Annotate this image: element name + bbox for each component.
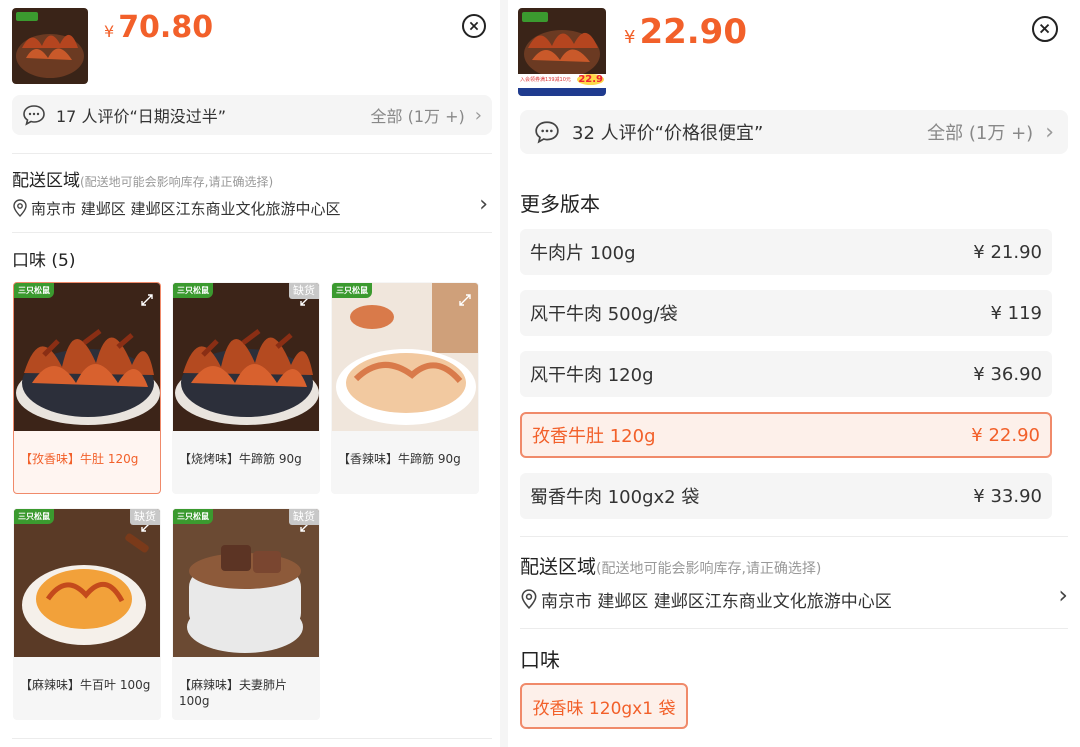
flavor-card[interactable]: 三只松鼠 缺货【麻辣味】夫妻肺片 100g	[172, 508, 320, 720]
review-text: 32 人评价“价格很便宜”	[572, 123, 764, 144]
chat-bubble-icon	[534, 120, 560, 144]
expand-icon[interactable]	[140, 293, 154, 307]
divider	[520, 536, 1068, 537]
flavor-label: 【麻辣味】牛百叶 100g	[20, 678, 151, 692]
close-button[interactable]	[1032, 16, 1058, 42]
product-price: ¥70.80	[104, 10, 213, 45]
version-price: ¥ 21.90	[973, 241, 1042, 263]
delivery-title-text: 配送区域	[12, 171, 80, 191]
version-name: 风干牛肉 120g	[530, 365, 654, 386]
version-name: 风干牛肉 500g/袋	[530, 304, 678, 325]
divider	[12, 232, 492, 233]
delivery-address-row[interactable]: 南京市 建邺区 建邺区江东商业文化旅游中心区 ›	[12, 192, 488, 220]
flavor-chip-selected[interactable]: 孜香味 120gx1 袋	[520, 683, 688, 729]
flavor-card[interactable]: 三只松鼠 缺货【烧烤味】牛蹄筋 90g	[172, 282, 320, 494]
versions-section-title: 更多版本	[520, 192, 600, 216]
chat-bubble-icon	[22, 104, 46, 126]
delivery-title-text: 配送区域	[520, 556, 597, 578]
brand-logo: 三只松鼠	[14, 283, 54, 298]
delivery-hint: (配送地可能会影响库存,请正确选择)	[596, 561, 822, 577]
close-button[interactable]	[462, 14, 486, 38]
product-thumbnail[interactable]: 入会领券满139减10元 22.9	[518, 8, 606, 96]
delivery-area-title: 配送区域(配送地可能会影响库存,请正确选择)	[12, 166, 273, 191]
version-price: ¥ 36.90	[973, 363, 1042, 385]
flavor-card[interactable]: 三只松鼠 缺货【麻辣味】牛百叶 100g	[13, 508, 161, 720]
version-name: 孜香牛肚 120g	[532, 426, 656, 447]
chevron-right-icon: ›	[1058, 581, 1068, 609]
flavor-label: 【孜香味】牛肚 120g	[20, 452, 139, 466]
product-image	[12, 8, 88, 84]
price-value: 22.90	[639, 12, 747, 52]
address-text: 南京市 建邺区 建邺区江东商业文化旅游中心区	[31, 199, 341, 218]
flavor-image: 三只松鼠	[14, 509, 160, 657]
expand-icon[interactable]	[458, 293, 472, 307]
review-all-count: 全部 (1万 +)	[927, 123, 1034, 144]
chevron-right-icon: ›	[474, 104, 482, 126]
address-text: 南京市 建邺区 建邺区江东商业文化旅游中心区	[541, 591, 892, 612]
close-icon	[469, 21, 479, 31]
chevron-right-icon: ›	[479, 192, 488, 217]
close-icon	[1040, 24, 1050, 34]
flavor-section-title: 口味	[520, 648, 560, 672]
thumb-badge-price: 22.9	[577, 74, 604, 85]
price-value: 70.80	[118, 10, 214, 45]
divider	[12, 738, 492, 739]
version-price: ¥ 22.90	[971, 424, 1040, 446]
out-of-stock-badge: 缺货	[130, 509, 160, 525]
delivery-area-title: 配送区域(配送地可能会影响库存,请正确选择)	[520, 552, 821, 579]
version-option[interactable]: 风干牛肉 500g/袋 ¥ 119	[520, 290, 1052, 336]
version-option[interactable]: 孜香牛肚 120g ¥ 22.90	[520, 412, 1052, 458]
review-summary-bar[interactable]: 32 人评价“价格很便宜” 全部 (1万 +) ›	[520, 110, 1068, 154]
version-price: ¥ 119	[990, 302, 1042, 324]
flavor-label: 【香辣味】牛蹄筋 90g	[338, 452, 461, 466]
product-thumbnail[interactable]	[12, 8, 88, 84]
flavor-image: 三只松鼠	[173, 509, 319, 657]
divider	[12, 153, 492, 154]
version-name: 蜀香牛肉 100gx2 袋	[530, 487, 700, 508]
flavor-image: 三只松鼠	[14, 283, 160, 431]
delivery-address-row[interactable]: 南京市 建邺区 建邺区江东商业文化旅游中心区 ›	[520, 581, 1068, 612]
panel-separator	[500, 0, 508, 747]
brand-logo: 三只松鼠	[173, 283, 213, 298]
flavor-label: 【烧烤味】牛蹄筋 90g	[179, 452, 302, 466]
version-option[interactable]: 风干牛肉 120g ¥ 36.90	[520, 351, 1052, 397]
right-product-panel: 入会领券满139减10元 22.9 ¥22.90 32 人评价“价格很便宜” 全…	[508, 0, 1080, 747]
currency-symbol: ¥	[104, 22, 115, 41]
out-of-stock-badge: 缺货	[289, 283, 319, 299]
divider	[520, 628, 1068, 629]
brand-logo: 三只松鼠	[332, 283, 372, 298]
review-summary-bar[interactable]: 17 人评价“日期没过半” 全部 (1万 +) ›	[12, 95, 492, 135]
location-pin-icon	[12, 199, 28, 217]
product-price: ¥22.90	[624, 12, 747, 52]
version-price: ¥ 33.90	[973, 485, 1042, 507]
location-pin-icon	[520, 589, 538, 609]
version-option[interactable]: 蜀香牛肉 100gx2 袋 ¥ 33.90	[520, 473, 1052, 519]
currency-symbol: ¥	[624, 27, 636, 48]
out-of-stock-badge: 缺货	[289, 509, 319, 525]
flavor-label: 【麻辣味】夫妻肺片 100g	[179, 678, 288, 708]
flavor-image: 三只松鼠	[173, 283, 319, 431]
product-image: 入会领券满139减10元 22.9	[518, 8, 606, 96]
review-all-count: 全部 (1万 +)	[370, 107, 465, 126]
flavor-card[interactable]: 三只松鼠【香辣味】牛蹄筋 90g	[331, 282, 479, 494]
brand-logo: 三只松鼠	[173, 509, 213, 524]
left-product-panel: ¥70.80 17 人评价“日期没过半” 全部 (1万 +) › 配送区域(配送…	[0, 0, 500, 747]
thumb-badge-text: 入会领券满139减10元	[520, 77, 571, 83]
review-text: 17 人评价“日期没过半”	[56, 107, 227, 126]
version-name: 牛肉片 100g	[530, 243, 636, 264]
version-option[interactable]: 牛肉片 100g ¥ 21.90	[520, 229, 1052, 275]
flavor-section-title: 口味 (5)	[12, 251, 76, 271]
delivery-hint: (配送地可能会影响库存,请正确选择)	[80, 175, 274, 189]
flavor-image: 三只松鼠	[332, 283, 478, 431]
chevron-right-icon: ›	[1045, 119, 1054, 145]
brand-logo: 三只松鼠	[14, 509, 54, 524]
flavor-card[interactable]: 三只松鼠【孜香味】牛肚 120g	[13, 282, 161, 494]
